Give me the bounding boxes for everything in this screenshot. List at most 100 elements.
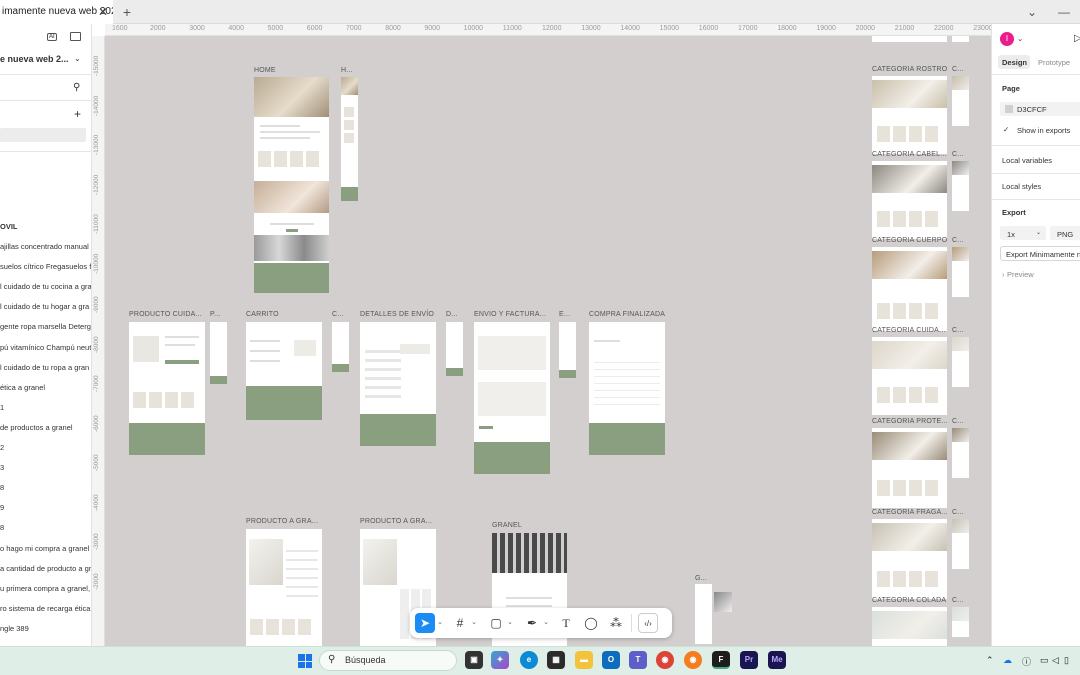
frame-category-mobile[interactable] (952, 519, 969, 569)
frame-label-d[interactable]: D... (446, 311, 458, 318)
frame-label-cat-cabel[interactable]: CATEGORIA CABEL... (872, 151, 947, 158)
frame-cat-rostro[interactable] (872, 76, 947, 154)
taskbar-search[interactable]: ⚲ Búsqueda (319, 650, 457, 671)
preview-toggle[interactable]: Preview (1007, 270, 1034, 279)
volume-icon[interactable]: ◁ (1052, 655, 1059, 666)
frame-label-category-mobile[interactable]: C... (952, 66, 964, 73)
local-styles-link[interactable]: Local styles (1002, 182, 1041, 191)
frame-label-category-mobile[interactable]: C... (952, 597, 964, 604)
image-asset[interactable] (714, 592, 732, 612)
frame-envio[interactable] (474, 322, 550, 474)
frame-label-cat-fraga[interactable]: CATEGORIA FRAGA... (872, 509, 948, 516)
windows-start-icon[interactable] (298, 654, 312, 668)
tab-prototype[interactable]: Prototype (1038, 58, 1070, 67)
frame-label-compra[interactable]: COMPRA FINALIZADA (589, 311, 665, 318)
teams-icon[interactable]: T (629, 651, 647, 669)
frame-category-partial[interactable] (872, 36, 947, 42)
layer-item[interactable]: l cuidado de tu hogar a gra (0, 302, 89, 311)
add-page-icon[interactable]: + (74, 107, 81, 121)
frame-cat-cuida[interactable] (872, 337, 947, 415)
frame-label-cat-cuerpo[interactable]: CATEGORIA CUERPO (872, 237, 947, 244)
search-icon[interactable]: ⚲ (73, 82, 80, 93)
figma-icon[interactable]: F (712, 651, 730, 669)
chevron-down-icon[interactable]: ⌄ (470, 613, 478, 633)
frame-label-carrito[interactable]: CARRITO (246, 311, 279, 318)
rectangle-tool-icon[interactable]: ▢ (486, 613, 506, 633)
frame-category-mobile[interactable] (952, 428, 969, 478)
frame-category-mobile[interactable] (952, 76, 969, 126)
checkbox-checked-icon[interactable]: ✓ (1003, 125, 1009, 134)
frame-cat-fraga[interactable] (872, 519, 947, 599)
page-color-value[interactable]: D3CFCF (1017, 105, 1047, 114)
design-canvas[interactable]: HOME H... PRODUCTO CUIDA... P... CARRITO… (105, 36, 991, 646)
avatar[interactable]: I (1000, 32, 1014, 46)
frame-cat-cabel[interactable] (872, 161, 947, 239)
close-icon[interactable]: ✕ (96, 0, 110, 24)
chevron-down-icon[interactable]: ⌄ (542, 613, 550, 633)
chevron-down-icon[interactable]: ⌄ (74, 54, 81, 63)
move-tool-icon[interactable]: ➤ (415, 613, 435, 633)
layer-item[interactable]: 8 (0, 523, 4, 532)
layer-item[interactable]: 8 (0, 483, 4, 492)
network-icon[interactable]: ▭ (1040, 655, 1049, 666)
frame-category-mobile-partial[interactable] (952, 36, 969, 42)
frame-cat-colada[interactable] (872, 607, 947, 646)
comment-tool-icon[interactable]: ◯ (581, 613, 601, 633)
text-tool-icon[interactable]: T (556, 613, 576, 633)
frame-label-category-mobile[interactable]: C... (952, 237, 964, 244)
file-name[interactable]: e nueva web 2... (0, 54, 69, 64)
edge-icon[interactable]: e (520, 651, 538, 669)
frame-category-mobile[interactable] (952, 247, 969, 297)
dev-mode-icon[interactable]: ‹/› (638, 613, 658, 633)
frame-label-cat-colada[interactable]: CATEGORIA COLADA (872, 597, 946, 604)
new-tab-button[interactable]: + (120, 0, 134, 24)
media-encoder-icon[interactable]: Me (768, 651, 786, 669)
frame-label-producto-gra-1[interactable]: PRODUCTO A GRA... (246, 518, 318, 525)
premiere-icon[interactable]: Pr (740, 651, 758, 669)
copilot-icon[interactable]: ✦ (491, 651, 509, 669)
layer-item[interactable]: suelos cítrico Fregasuelos fl (0, 262, 91, 271)
frame-carrito[interactable] (246, 322, 322, 420)
frame-c-mobile[interactable] (332, 322, 349, 372)
layer-item[interactable]: ética a granel (0, 383, 45, 392)
frame-label-category-mobile[interactable]: C... (952, 151, 964, 158)
frame-label-cat-cuida[interactable]: CATEGORIA CUIDA... (872, 327, 945, 334)
layer-item[interactable]: 1 (0, 403, 4, 412)
layer-item[interactable]: l cuidado de tu cocina a gra (0, 282, 91, 291)
chevron-down-icon[interactable]: ⌄ (436, 613, 444, 633)
frame-label-home-mobile[interactable]: H... (341, 67, 353, 74)
frame-producto-granel-1[interactable] (246, 529, 322, 646)
language-icon[interactable]: ⓘ (1022, 655, 1031, 668)
outlook-icon[interactable]: O (602, 651, 620, 669)
frame-producto[interactable] (129, 322, 205, 455)
layer-item[interactable]: ajillas concentrado manual l (0, 242, 91, 251)
chevron-up-icon[interactable]: ⌃ (986, 655, 994, 666)
store-icon[interactable]: ▦ (547, 651, 565, 669)
battery-icon[interactable]: ▯ (1064, 655, 1069, 666)
file-explorer-icon[interactable]: ▬ (575, 651, 593, 669)
frame-label-granel[interactable]: GRANEL (492, 522, 522, 529)
frame-label-producto[interactable]: PRODUCTO CUIDA... (129, 311, 202, 318)
frame-label-p[interactable]: P... (210, 311, 220, 318)
file-tab[interactable]: imamente nueva web 2024 ✕ (0, 0, 113, 24)
frame-label-cat-rostro[interactable]: CATEGORIA ROSTRO (872, 66, 947, 73)
layer-item[interactable]: u primera compra a granel, (0, 584, 90, 593)
frame-tool-icon[interactable]: # (450, 613, 470, 633)
frame-d-mobile[interactable] (446, 322, 463, 376)
frame-label-g[interactable]: G... (695, 575, 707, 582)
frame-e-mobile[interactable] (559, 322, 576, 378)
layer-item[interactable]: l cuidado de tu ropa a gran (0, 363, 89, 372)
tab-design[interactable]: Design (1002, 58, 1027, 67)
layer-item[interactable]: ngle 389 (0, 624, 29, 633)
task-view-icon[interactable]: ▣ (465, 651, 483, 669)
frame-label-category-mobile[interactable]: C... (952, 418, 964, 425)
local-variables-link[interactable]: Local variables (1002, 156, 1052, 165)
frame-label-home[interactable]: HOME (254, 67, 276, 74)
frame-label-envio[interactable]: ENVIO Y FACTURA... (474, 311, 546, 318)
page-color-swatch[interactable] (1005, 105, 1013, 113)
show-in-exports-label[interactable]: Show in exports (1017, 126, 1070, 135)
page-item-selected[interactable] (0, 128, 86, 142)
frame-category-mobile[interactable] (952, 607, 969, 637)
frame-label-c[interactable]: C... (332, 311, 344, 318)
frame-cat-prote[interactable] (872, 428, 947, 508)
